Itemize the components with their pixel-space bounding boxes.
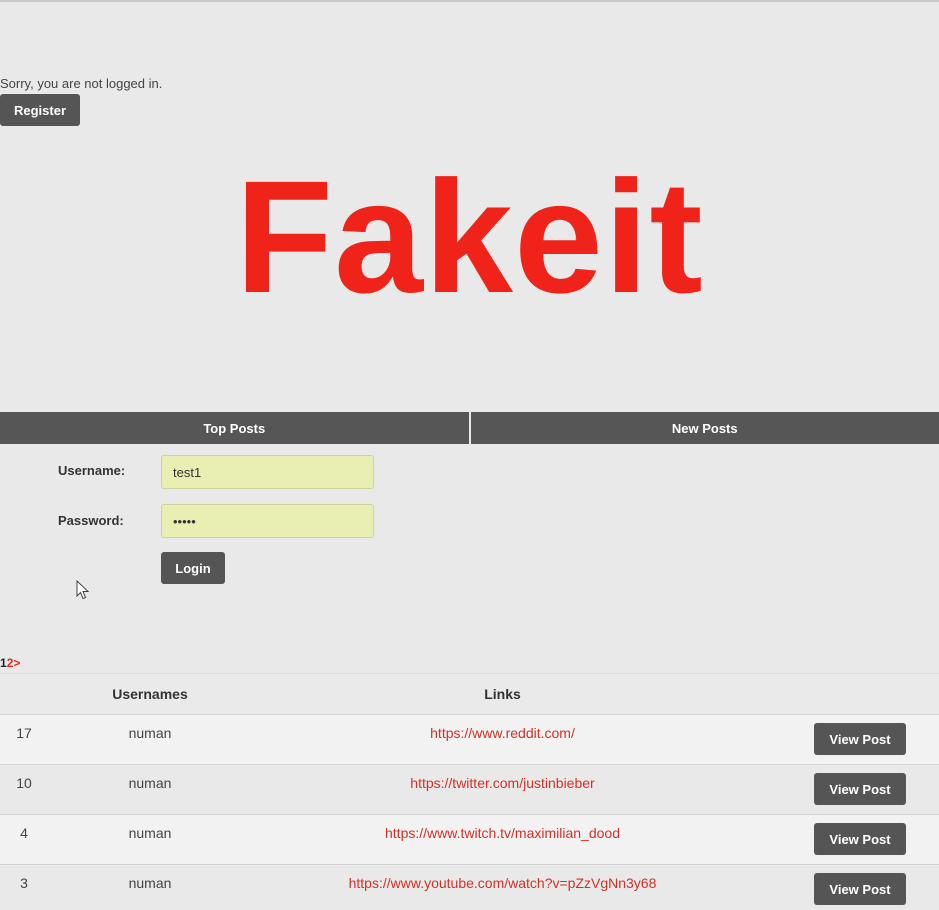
password-input[interactable] xyxy=(161,504,374,538)
tab-top-posts[interactable]: Top Posts xyxy=(0,412,469,444)
username-label: Username: xyxy=(58,463,126,478)
table-row: 17 numan https://www.reddit.com/ View Po… xyxy=(0,714,939,764)
pagination: 12> xyxy=(0,656,20,670)
password-label: Password: xyxy=(58,513,124,528)
table-row: 3 numan https://www.youtube.com/watch?v=… xyxy=(0,864,939,910)
view-post-button[interactable]: View Post xyxy=(814,823,906,855)
post-id: 3 xyxy=(20,875,28,891)
table-row: 4 numan https://www.twitch.tv/maximilian… xyxy=(0,814,939,864)
header-links: Links xyxy=(484,686,521,702)
next-page-link[interactable]: > xyxy=(13,656,20,670)
view-post-button[interactable]: View Post xyxy=(814,723,906,755)
username-input[interactable] xyxy=(161,455,374,489)
post-username: numan xyxy=(128,875,172,891)
post-username: numan xyxy=(128,725,172,741)
post-link[interactable]: https://www.twitch.tv/maximilian_dood xyxy=(250,825,755,841)
tab-new-posts[interactable]: New Posts xyxy=(468,412,939,444)
post-link[interactable]: https://www.youtube.com/watch?v=pZzVgNn3… xyxy=(250,875,755,891)
mouse-pointer-icon xyxy=(76,580,90,600)
header-usernames: Usernames xyxy=(112,686,188,702)
page-1-link[interactable]: 1 xyxy=(0,656,7,670)
table-body: 17 numan https://www.reddit.com/ View Po… xyxy=(0,714,939,910)
view-post-button[interactable]: View Post xyxy=(814,873,906,905)
post-username: numan xyxy=(128,825,172,841)
login-status-notice: Sorry, you are not logged in. xyxy=(0,76,163,91)
view-post-button[interactable]: View Post xyxy=(814,773,906,805)
post-link[interactable]: https://www.reddit.com/ xyxy=(250,725,755,741)
posts-table: Usernames Links 17 numan https://www.red… xyxy=(0,673,939,910)
table-row: 10 numan https://twitter.com/justinbiebe… xyxy=(0,764,939,814)
post-id: 4 xyxy=(20,825,28,841)
post-link[interactable]: https://twitter.com/justinbieber xyxy=(250,775,755,791)
page: Sorry, you are not logged in. Register F… xyxy=(0,0,939,910)
post-id: 17 xyxy=(16,725,32,741)
register-button[interactable]: Register xyxy=(0,94,80,126)
site-logo: Fakeit xyxy=(235,147,704,326)
login-button[interactable]: Login xyxy=(161,552,225,584)
post-id: 10 xyxy=(16,775,32,791)
post-tabs: Top Posts New Posts xyxy=(0,412,939,444)
post-username: numan xyxy=(128,775,172,791)
table-header: Usernames Links xyxy=(0,673,939,714)
